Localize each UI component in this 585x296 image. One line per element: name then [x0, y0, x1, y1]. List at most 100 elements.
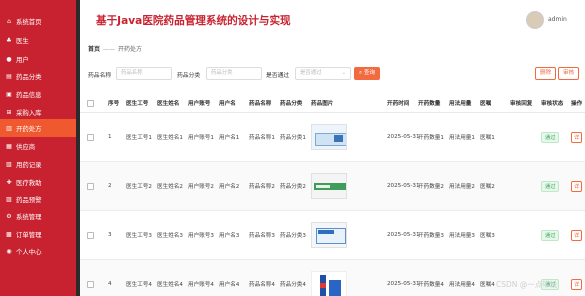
- table-row[interactable]: 1 医生工号1 医生姓名1 用户账号1 用户名1 药品名称1 药品分类1 202…: [80, 113, 585, 162]
- sidebar-item-label: 医疗救助: [16, 178, 42, 187]
- medicine-icon: ▣: [6, 90, 12, 98]
- row-checkbox[interactable]: [87, 182, 94, 190]
- breadcrumb-home[interactable]: 首页: [88, 46, 100, 53]
- table-row[interactable]: 4 医生工号4 医生姓名4 用户账号4 用户名4 药品名称4 药品分类4 202…: [80, 260, 585, 296]
- cell-doctor-name: 医生姓名3: [157, 233, 183, 239]
- detail-button[interactable]: 详: [571, 180, 583, 192]
- cell-doctor-id: 医生工号4: [126, 282, 152, 288]
- row-checkbox[interactable]: [87, 133, 94, 141]
- cell-drug-category: 药品分类2: [280, 184, 306, 190]
- status-badge: 通过: [541, 131, 560, 143]
- drug-image[interactable]: [311, 173, 347, 199]
- warning-icon: ▨: [6, 195, 12, 203]
- user-icon: ●: [6, 55, 12, 63]
- cell-advice: 医嘱2: [480, 184, 495, 190]
- column-header: 开药数量: [418, 101, 441, 107]
- sidebar-item-label: 系统管理: [16, 212, 42, 221]
- cell-usage: 用法用量2: [449, 184, 475, 190]
- cell-time: 2025-05-31: [387, 183, 420, 189]
- delete-button[interactable]: 删除: [535, 67, 557, 80]
- sidebar-item-supplier[interactable]: ▦ 供应商: [0, 137, 76, 155]
- sidebar-item-system[interactable]: ⚙ 系统管理: [0, 207, 76, 225]
- sidebar-item-order[interactable]: ▩ 订单管理: [0, 225, 76, 243]
- column-header: 用户名: [219, 101, 236, 107]
- column-header: 开药时间: [387, 101, 410, 107]
- cell-time: 2025-05-31: [387, 281, 420, 287]
- column-header: 医生工号: [126, 101, 149, 107]
- status-badge: 通过: [541, 229, 560, 241]
- record-icon: ▧: [6, 160, 12, 168]
- select-all-checkbox[interactable]: [87, 99, 94, 107]
- breadcrumb-current: 开药处方: [118, 46, 143, 53]
- drug-category-input[interactable]: 药品分类: [206, 67, 262, 80]
- cell-drug-name: 药品名称4: [249, 282, 275, 288]
- settings-icon: ⚙: [6, 212, 12, 220]
- cell-username: 用户名4: [219, 282, 240, 288]
- username[interactable]: admin: [548, 16, 567, 23]
- cell-no: 3: [108, 232, 112, 238]
- drug-image[interactable]: [311, 271, 347, 296]
- prescription-icon: ▥: [6, 124, 12, 132]
- cell-quantity: 开药数量3: [418, 233, 444, 239]
- sidebar-item-home[interactable]: ⌂ 系统首页: [0, 12, 76, 30]
- column-header: 用户账号: [188, 101, 211, 107]
- column-header: 药品分类: [280, 101, 303, 107]
- cell-advice: 医嘱1: [480, 135, 495, 141]
- cell-username: 用户名3: [219, 233, 240, 239]
- avatar[interactable]: [526, 11, 544, 29]
- sidebar-item-profile[interactable]: ◉ 个人中心: [0, 242, 76, 260]
- sidebar-item-doctor[interactable]: ♣ 医生: [0, 31, 76, 49]
- detail-button[interactable]: 详: [571, 278, 583, 290]
- cell-account: 用户账号3: [188, 233, 214, 239]
- chevron-down-icon: ⌄: [341, 70, 346, 76]
- column-header: 医生姓名: [157, 101, 180, 107]
- sidebar-item-label: 用药记录: [16, 160, 42, 169]
- sidebar-item-label: 药品分类: [16, 72, 42, 81]
- breadcrumb: 首页 —— 开药处方: [88, 44, 142, 53]
- detail-button[interactable]: 详: [571, 131, 583, 143]
- sidebar-item-warning[interactable]: ▨ 药品预警: [0, 190, 76, 208]
- cell-quantity: 开药数量1: [418, 135, 444, 141]
- review-button[interactable]: 审核: [558, 67, 580, 80]
- sidebar-item-category[interactable]: ▤ 药品分类: [0, 67, 76, 85]
- table-row[interactable]: 3 医生工号3 医生姓名3 用户账号3 用户名3 药品名称3 药品分类3 202…: [80, 211, 585, 260]
- drug-image[interactable]: [311, 222, 347, 248]
- table-row[interactable]: 2 医生工号2 医生姓名2 用户账号2 用户名2 药品名称2 药品分类2 202…: [80, 162, 585, 211]
- detail-button[interactable]: 详: [571, 229, 583, 241]
- cell-account: 用户账号1: [188, 135, 214, 141]
- cell-drug-name: 药品名称2: [249, 184, 275, 190]
- sidebar-item-prescription[interactable]: ▥ 开药处方: [0, 119, 76, 137]
- approve-label: 是否通过: [266, 73, 290, 79]
- breadcrumb-separator: ——: [103, 46, 116, 53]
- drug-name-label: 药品名称: [88, 73, 112, 79]
- cell-doctor-name: 医生姓名4: [157, 282, 183, 288]
- column-header: 操作: [571, 101, 583, 107]
- sidebar-item-label: 供应商: [16, 142, 36, 151]
- cart-icon: ⊞: [6, 108, 12, 116]
- row-checkbox[interactable]: [87, 231, 94, 239]
- home-icon: ⌂: [7, 17, 11, 25]
- row-checkbox[interactable]: [87, 280, 94, 288]
- profile-icon: ◉: [6, 247, 12, 255]
- search-button[interactable]: ⌕ 查询: [354, 67, 381, 80]
- approve-select[interactable]: 是否通过 ⌄: [295, 67, 351, 80]
- cell-time: 2025-05-31: [387, 232, 420, 238]
- sidebar-item-aid[interactable]: ✚ 医疗救助: [0, 173, 76, 191]
- sidebar-item-user[interactable]: ● 用户: [0, 50, 76, 68]
- sidebar-item-record[interactable]: ▧ 用药记录: [0, 155, 76, 173]
- cell-quantity: 开药数量4: [418, 282, 444, 288]
- approve-select-placeholder: 是否通过: [300, 70, 322, 76]
- drug-name-input[interactable]: 药品名称: [116, 67, 172, 80]
- column-header: 医嘱: [480, 101, 492, 107]
- cell-username: 用户名1: [219, 135, 240, 141]
- drug-image[interactable]: [311, 124, 347, 150]
- cell-doctor-id: 医生工号3: [126, 233, 152, 239]
- cell-doctor-id: 医生工号2: [126, 184, 152, 190]
- cell-drug-name: 药品名称1: [249, 135, 275, 141]
- cell-account: 用户账号4: [188, 282, 214, 288]
- watermark: CSDN @一点毕设: [496, 280, 558, 289]
- supplier-icon: ▦: [6, 142, 12, 150]
- aid-icon: ✚: [6, 178, 12, 186]
- sidebar-item-medicine[interactable]: ▣ 药品信息: [0, 85, 76, 103]
- cell-doctor-name: 医生姓名2: [157, 184, 183, 190]
